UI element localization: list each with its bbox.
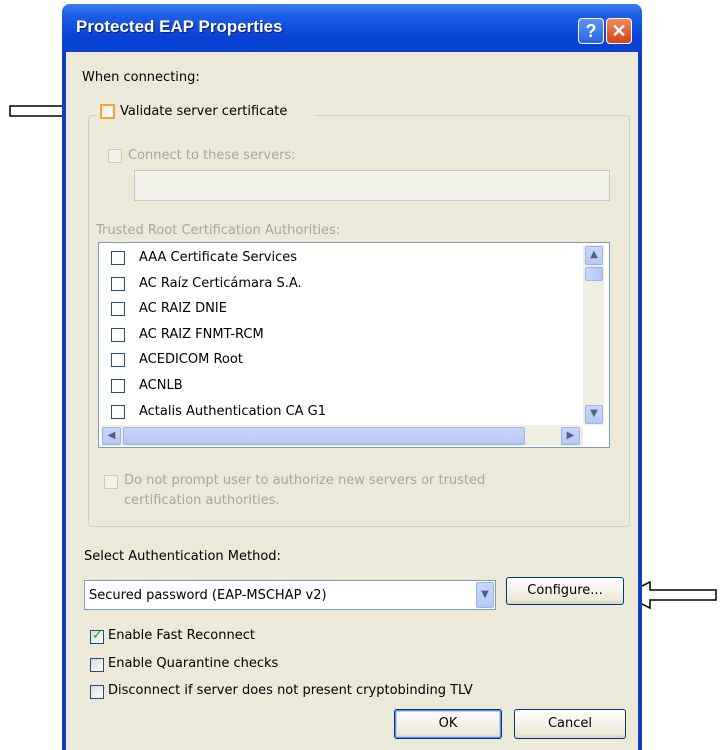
close-icon: ✕ (611, 21, 627, 41)
servers-input[interactable] (134, 170, 610, 201)
list-item[interactable]: AC RAIZ DNIE (99, 298, 579, 320)
cancel-button-label: Cancel (547, 716, 593, 731)
ok-button-label: OK (438, 716, 458, 731)
list-item[interactable]: Actalis Authentication CA G1 (99, 401, 579, 423)
list-item-checkbox[interactable] (111, 276, 125, 291)
do-not-prompt-checkbox[interactable] (104, 475, 118, 489)
list-item-label: AC Raíz Certicámara S.A. (139, 275, 302, 291)
vertical-scroll-thumb[interactable] (585, 267, 603, 281)
list-item-label: ACNLB (139, 378, 183, 393)
list-item-checkbox[interactable] (111, 327, 125, 342)
close-button[interactable]: ✕ (606, 18, 632, 44)
dialog-client-area: When connecting: Validate server certifi… (66, 52, 638, 750)
list-item-label: AAA Certificate Services (139, 250, 298, 265)
check-icon: ✓ (92, 628, 103, 643)
cryptobinding-checkbox[interactable] (90, 685, 104, 699)
horizontal-scroll-thumb[interactable] (123, 427, 525, 445)
connect-servers-checkbox[interactable] (108, 149, 122, 163)
trusted-root-label: Trusted Root Certification Authorities: (96, 223, 341, 238)
list-item-checkbox[interactable] (111, 251, 125, 265)
list-item[interactable]: AC RAIZ FNMT-RCM (99, 324, 579, 346)
quarantine-label[interactable]: Enable Quarantine checks (108, 656, 278, 671)
connect-servers-label[interactable]: Connect to these servers: (128, 148, 296, 163)
chevron-left-icon: ◀ (107, 430, 116, 441)
list-item-label: AC RAIZ DNIE (139, 301, 227, 317)
when-connecting-label: When connecting: (82, 70, 200, 85)
scroll-left-button[interactable]: ◀ (102, 427, 121, 445)
configure-button-label: Configure... (527, 583, 603, 598)
auth-method-value: Secured password (EAP-MSCHAP v2) (89, 588, 327, 603)
list-item[interactable]: AC Raíz Certicámara S.A. (99, 273, 579, 295)
list-item-checkbox[interactable] (111, 379, 125, 393)
configure-button[interactable]: Configure... (506, 577, 624, 605)
horizontal-scrollbar[interactable]: ◀ ▶ (101, 425, 583, 446)
validate-cert-label[interactable]: Validate server certificate (120, 104, 287, 119)
vertical-scrollbar[interactable]: ▲ ▼ (583, 245, 604, 425)
chevron-down-icon: ▼ (481, 589, 489, 600)
window-title: Protected EAP Properties (76, 17, 283, 36)
auth-method-label: Select Authentication Method: (84, 549, 281, 564)
scroll-up-button[interactable]: ▲ (585, 246, 603, 265)
scroll-right-button[interactable]: ▶ (561, 427, 580, 445)
fast-reconnect-checkbox[interactable]: ✓ (90, 628, 104, 644)
list-item-checkbox[interactable] (111, 353, 125, 368)
list-item-label: ACEDICOM Root (139, 352, 243, 368)
list-item-label: AC RAIZ FNMT-RCM (139, 326, 264, 342)
list-item[interactable]: ACEDICOM Root (99, 349, 579, 371)
chevron-right-icon: ▶ (566, 430, 575, 441)
trusted-root-listbox[interactable]: AAA Certificate Services AC Raíz Certicám… (98, 242, 610, 448)
fast-reconnect-label[interactable]: Enable Fast Reconnect (108, 628, 255, 643)
list-item-checkbox[interactable] (111, 302, 125, 317)
dropdown-button[interactable]: ▼ (476, 582, 494, 608)
list-item-label: Actalis Authentication CA G1 (139, 403, 327, 419)
cryptobinding-label[interactable]: Disconnect if server does not present cr… (108, 683, 473, 698)
chevron-up-icon: ▲ (590, 249, 598, 260)
auth-method-select[interactable]: Secured password (EAP-MSCHAP v2) ▼ (84, 580, 496, 610)
list-item[interactable]: ACNLB (99, 375, 579, 397)
do-not-prompt-label-line1: Do not prompt user to authorize new serv… (124, 473, 486, 488)
help-icon: ? (585, 21, 597, 41)
list-item-checkbox[interactable] (111, 404, 125, 419)
do-not-prompt-label-line2: certification authorities. (124, 493, 280, 508)
help-button[interactable]: ? (578, 18, 604, 44)
chevron-down-icon: ▼ (590, 408, 598, 419)
ok-button[interactable]: OK (394, 709, 502, 739)
validate-cert-row: Validate server certificate (96, 102, 316, 122)
validate-cert-checkbox[interactable] (100, 104, 115, 119)
cancel-button[interactable]: Cancel (514, 709, 626, 739)
list-item[interactable]: AAA Certificate Services (99, 247, 579, 269)
dialog-window: Protected EAP Properties ? ✕ When connec… (62, 4, 642, 750)
scroll-down-button[interactable]: ▼ (585, 405, 603, 424)
quarantine-checkbox[interactable] (90, 658, 104, 672)
